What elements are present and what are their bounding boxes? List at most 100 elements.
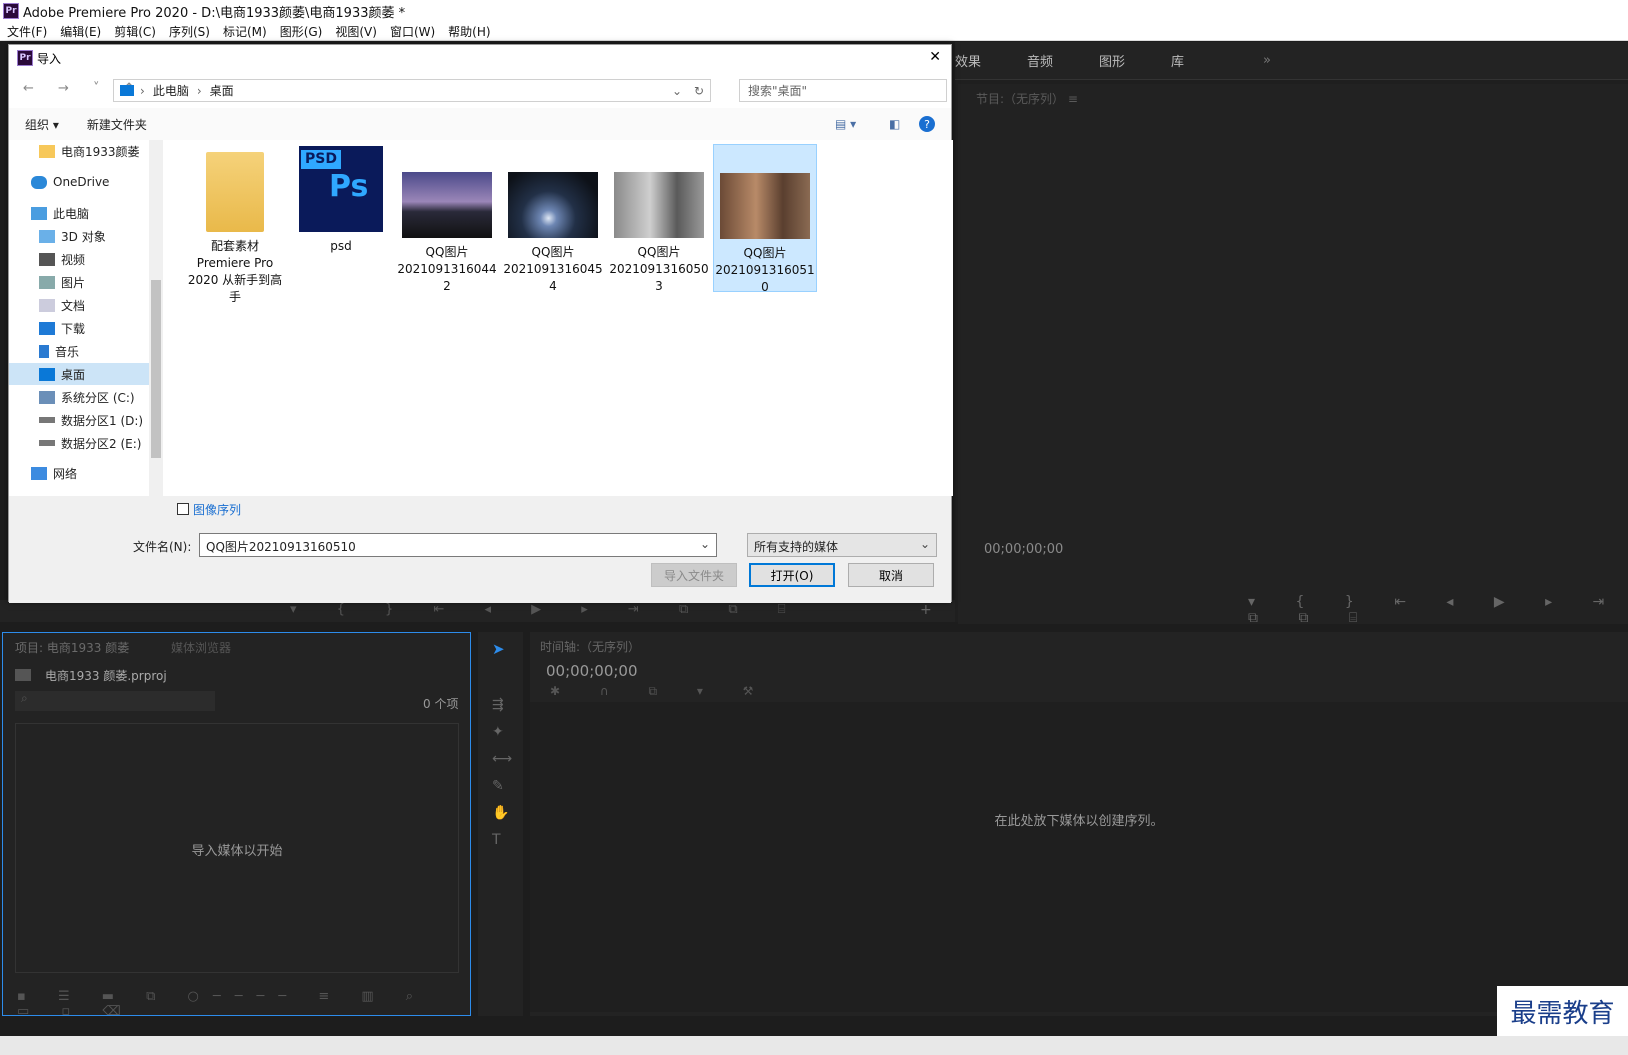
- nav-label: 数据分区1 (D:): [61, 413, 144, 428]
- image-sequence-checkbox[interactable]: [177, 503, 189, 515]
- nav-item-desktop[interactable]: 桌面: [9, 363, 149, 385]
- project-footer-tools[interactable]: ▪ ☰ ▬ ⧉ ○──── ≡ ▥ ⌕ ▭ ▫ ⌫: [17, 989, 470, 1019]
- menu-window[interactable]: 窗口(W): [390, 23, 435, 40]
- media-browser-tab[interactable]: 媒体浏览器: [171, 639, 231, 656]
- tab-audio[interactable]: 音频: [1027, 51, 1099, 70]
- nav-item-3d[interactable]: 3D 对象: [9, 225, 149, 247]
- nav-item-drive-c[interactable]: 系统分区 (C:): [9, 386, 149, 408]
- project-file-name: 电商1933 颜萎.prproj: [45, 669, 167, 683]
- nav-label: 图片: [61, 275, 86, 290]
- timeline-panel: 时间轴:（无序列） 00;00;00;00 ✱ ∩ ⧉ ▾ ⚒ 在此处放下媒体以…: [530, 632, 1628, 1016]
- folder-icon: [39, 144, 55, 158]
- menu-file[interactable]: 文件(F): [7, 23, 47, 40]
- file-name: psd: [330, 239, 352, 253]
- tab-graphics[interactable]: 图形: [1099, 51, 1171, 70]
- file-list: 配套素材 Premiere Pro 2020 从新手到高 手 PSD Ps ps…: [167, 140, 953, 496]
- search-input[interactable]: 搜索"桌面": [739, 79, 947, 102]
- network-icon: [31, 466, 47, 480]
- menu-edit[interactable]: 编辑(E): [60, 23, 101, 40]
- address-bar[interactable]: › 此电脑 › 桌面 ⌄ ↻: [113, 79, 711, 102]
- chevron-down-icon[interactable]: ⌄: [920, 537, 930, 551]
- import-folder-button[interactable]: 导入文件夹: [651, 563, 737, 587]
- timeline-track-area[interactable]: 在此处放下媒体以创建序列。: [530, 702, 1628, 1012]
- open-button[interactable]: 打开(O): [749, 563, 835, 587]
- tool-icons[interactable]: ⇶ ✦ ⟷ ✎ ✋ T: [492, 692, 512, 854]
- drive-icon: [39, 390, 55, 404]
- nav-item-onedrive[interactable]: OneDrive: [9, 171, 149, 193]
- tools-panel: ➤ ⇶ ✦ ⟷ ✎ ✋ T: [478, 632, 523, 1016]
- nav-item-drive-d[interactable]: 数据分区1 (D:): [9, 409, 149, 431]
- nav-item-folder[interactable]: 电商1933颜萎: [9, 140, 149, 162]
- nav-label: 文档: [61, 298, 86, 313]
- file-tile-image-2[interactable]: QQ图片 2021091316045 4: [501, 144, 605, 293]
- filename-input[interactable]: QQ图片20210913160510 ⌄: [199, 533, 717, 557]
- menu-sequence[interactable]: 序列(S): [169, 23, 210, 40]
- view-icon[interactable]: ▤ ▾: [835, 117, 856, 131]
- nav-scrollbar[interactable]: [149, 140, 163, 496]
- program-transport-controls[interactable]: ▾ { } ⇤ ◂ ▶ ▸ ⇥ ⧉ ⧉ ⌸: [1248, 594, 1628, 626]
- project-drop-area[interactable]: 导入媒体以开始: [15, 723, 459, 973]
- project-search-input[interactable]: ⌕: [15, 691, 215, 711]
- program-menu-icon[interactable]: ≡: [1068, 92, 1078, 106]
- nav-item-pictures[interactable]: 图片: [9, 271, 149, 293]
- chevron-down-icon[interactable]: ⌄: [672, 84, 682, 98]
- nav-label: 3D 对象: [61, 229, 106, 244]
- add-button-icon[interactable]: +: [920, 602, 932, 618]
- breadcrumb-desktop[interactable]: 桌面: [210, 82, 234, 99]
- folder-icon: [206, 152, 264, 232]
- picture-icon: [39, 275, 55, 289]
- nav-label: 数据分区2 (E:): [61, 436, 142, 451]
- image-thumbnail: [720, 173, 810, 239]
- nav-item-documents[interactable]: 文档: [9, 294, 149, 316]
- menu-clip[interactable]: 剪辑(C): [114, 23, 156, 40]
- preview-pane-icon[interactable]: ◧: [889, 117, 900, 131]
- nav-item-downloads[interactable]: 下载: [9, 317, 149, 339]
- file-name: QQ图片 2021091316044 2: [397, 245, 497, 293]
- project-panel: 项目: 电商1933 颜萎 媒体浏览器 电商1933 颜萎.prproj ⌕ 0…: [2, 632, 471, 1019]
- project-empty-text: 导入媒体以开始: [191, 844, 283, 859]
- organize-button[interactable]: 组织 ▾: [25, 116, 59, 133]
- help-icon[interactable]: ?: [919, 116, 935, 132]
- timeline-tools[interactable]: ✱ ∩ ⧉ ▾ ⚒: [550, 684, 771, 699]
- selection-tool-icon[interactable]: ➤: [492, 640, 505, 658]
- file-tile-image-4[interactable]: QQ图片 2021091316051 0: [713, 144, 817, 294]
- filetype-value: 所有支持的媒体: [754, 540, 839, 554]
- dialog-bottom: 图像序列 文件名(N): QQ图片20210913160510 ⌄ 所有支持的媒…: [9, 496, 951, 603]
- timeline-empty-text: 在此处放下媒体以创建序列。: [994, 814, 1164, 829]
- file-tile-image-3[interactable]: QQ图片 2021091316050 3: [607, 144, 711, 293]
- file-tile-image-1[interactable]: QQ图片 2021091316044 2: [395, 144, 499, 293]
- nav-item-videos[interactable]: 视频: [9, 248, 149, 270]
- project-tab[interactable]: 项目: 电商1933 颜萎: [15, 639, 129, 656]
- nav-item-network[interactable]: 网络: [9, 462, 149, 484]
- nav-item-music[interactable]: 音乐: [9, 340, 149, 362]
- cancel-button[interactable]: 取消: [848, 563, 934, 587]
- nav-item-drive-e[interactable]: 数据分区2 (E:): [9, 432, 149, 454]
- menu-marker[interactable]: 标记(M): [223, 23, 267, 40]
- close-icon[interactable]: ✕: [929, 49, 941, 65]
- file-tile-folder[interactable]: 配套素材 Premiere Pro 2020 从新手到高 手: [183, 144, 287, 304]
- nav-item-this-pc[interactable]: 此电脑: [9, 202, 149, 224]
- menu-help[interactable]: 帮助(H): [448, 23, 490, 40]
- more-tabs-icon[interactable]: »: [1263, 53, 1335, 68]
- source-transport-controls[interactable]: ▾ { } ⇤ ◂ ▶ ▸ ⇥ ⧉ ⧉ ⌸: [290, 602, 804, 617]
- program-title-text: 节目:（无序列）: [976, 92, 1065, 106]
- breadcrumb-pc[interactable]: 此电脑: [153, 82, 189, 99]
- filetype-select[interactable]: 所有支持的媒体 ⌄: [747, 533, 937, 557]
- menu-graphics[interactable]: 图形(G): [280, 23, 323, 40]
- file-tile-psd[interactable]: PSD Ps psd: [289, 144, 393, 292]
- chevron-down-icon[interactable]: ⌄: [700, 537, 710, 551]
- timeline-title: 时间轴:（无序列）: [540, 640, 641, 654]
- image-thumbnail: [508, 172, 598, 238]
- tab-effects[interactable]: 效果: [955, 51, 1027, 70]
- tab-libraries[interactable]: 库: [1171, 51, 1243, 70]
- image-sequence-label[interactable]: 图像序列: [193, 501, 241, 518]
- refresh-icon[interactable]: ↻: [694, 84, 704, 98]
- filename-value: QQ图片20210913160510: [206, 540, 356, 554]
- monitor-icon: [31, 206, 47, 220]
- taskbar: [0, 1036, 1628, 1055]
- cube-icon: [39, 229, 55, 243]
- file-name: QQ图片 2021091316051 0: [715, 246, 815, 294]
- new-folder-button[interactable]: 新建文件夹: [87, 116, 147, 133]
- menu-view[interactable]: 视图(V): [335, 23, 377, 40]
- file-name: QQ图片 2021091316050 3: [609, 245, 709, 293]
